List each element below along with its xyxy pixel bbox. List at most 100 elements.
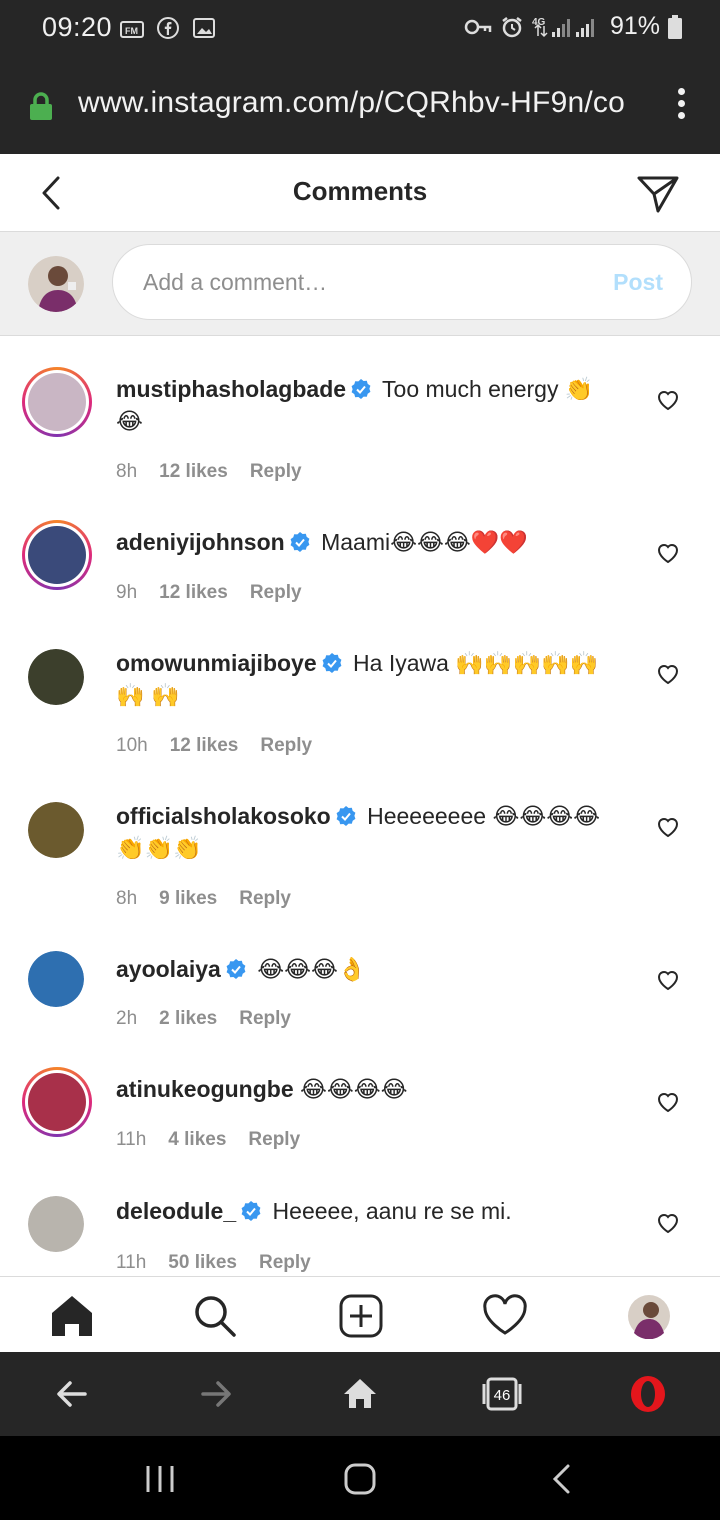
avatar[interactable] [28,1196,84,1252]
comment-username[interactable]: adeniyijohnson [116,529,285,555]
browser-toolbar: 46 [0,1352,720,1436]
verified-badge-icon [322,653,342,673]
verified-badge-icon [351,379,371,399]
status-time: 09:20 [42,12,113,42]
avatar[interactable] [28,649,84,705]
browser-forward-icon[interactable] [196,1374,236,1414]
comment-time: 11h [116,1252,147,1273]
comment-text: Maami😂😂😂❤️❤️ [321,529,528,555]
heart-icon[interactable] [656,1091,680,1113]
comment-time: 11h [116,1129,147,1150]
comment-placeholder: Add a comment… [143,269,328,295]
comment-meta: 8h 12 likes Reply [116,461,302,483]
comment-body: atinukeogungbe 😂😂😂😂 [116,1073,616,1105]
recents-icon[interactable] [143,1462,177,1496]
comment-time: 8h [116,461,138,482]
profile-photo [28,256,84,312]
comment-meta: 11h 4 likes Reply [116,1129,300,1151]
comment-likes[interactable]: 12 likes [159,461,228,483]
avatar[interactable] [28,951,84,1007]
home-button-icon[interactable] [343,1462,377,1496]
post-button[interactable]: Post [613,269,663,296]
comment-time: 9h [116,582,138,603]
comment-likes[interactable]: 2 likes [159,1008,217,1030]
comment-body: adeniyijohnson Maami😂😂😂❤️❤️ [116,526,616,558]
profile-avatar-icon[interactable] [626,1293,672,1339]
notification-icons: FM [120,16,216,40]
reply-button[interactable]: Reply [239,888,291,910]
comment-username[interactable]: officialsholakosoko [116,803,331,829]
activity-heart-icon[interactable] [482,1293,528,1339]
comment-likes[interactable]: 12 likes [159,582,228,604]
comment-meta: 2h 2 likes Reply [116,1008,291,1030]
comment-username[interactable]: deleodule_ [116,1198,236,1224]
profile-photo [28,802,84,858]
heart-icon[interactable] [656,969,680,991]
lock-icon [30,92,52,120]
verified-badge-icon [241,1201,261,1221]
comment-username[interactable]: atinukeogungbe [116,1076,294,1102]
reply-button[interactable]: Reply [259,1252,311,1274]
new-post-icon[interactable] [338,1293,384,1339]
comment-text: Heeeee, aanu re se mi. [272,1198,512,1224]
system-back-icon[interactable] [546,1462,580,1496]
comment-meta: 10h 12 likes Reply [116,735,312,757]
tabs-icon[interactable]: 46 [482,1374,522,1414]
profile-photo [28,951,84,1007]
heart-icon[interactable] [656,542,680,564]
search-icon[interactable] [192,1293,238,1339]
svg-text:FM: FM [125,26,138,36]
comment-likes[interactable]: 4 likes [168,1129,226,1151]
overflow-menu-icon[interactable] [676,88,686,122]
comment-input[interactable]: Add a comment… Post [112,244,692,320]
heart-icon[interactable] [656,816,680,838]
avatar[interactable] [22,520,92,590]
reply-button[interactable]: Reply [239,1008,291,1030]
comment-composer: Add a comment… Post [0,232,720,336]
heart-icon[interactable] [656,389,680,411]
avatar[interactable] [22,367,92,437]
reply-button[interactable]: Reply [250,582,302,604]
comment-likes[interactable]: 12 likes [170,735,239,757]
battery-icon [668,14,682,39]
heart-icon[interactable] [656,1212,680,1234]
fm-radio-icon: FM [120,21,144,38]
comment-body: omowunmiajiboye Ha Iyawa 🙌🙌🙌🙌🙌🙌 🙌 [116,647,616,711]
comment-username[interactable]: ayoolaiya [116,956,221,982]
browser-back-icon[interactable] [52,1374,92,1414]
facebook-icon [157,17,179,39]
profile-photo [28,1196,84,1252]
profile-photo [28,1073,86,1131]
avatar[interactable] [28,802,84,858]
send-icon[interactable] [636,172,680,214]
battery-percent: 91% [609,12,660,40]
heart-icon[interactable] [656,663,680,685]
status-bar: 09:20 FM 4G 91% [0,0,720,56]
comment-likes[interactable]: 50 likes [168,1252,237,1274]
comment-meta: 11h 50 likes Reply [116,1252,311,1274]
verified-badge-icon [290,532,310,552]
comments-list: mustiphasholagbade Too much energy 👏 😂 8… [0,337,720,1275]
page-title: Comments [292,176,428,206]
comment-time: 8h [116,888,138,909]
comment-meta: 8h 9 likes Reply [116,888,291,910]
browser-home-icon[interactable] [340,1374,380,1414]
comment-username[interactable]: mustiphasholagbade [116,376,346,402]
opera-icon[interactable] [628,1374,668,1414]
home-icon[interactable] [49,1293,95,1339]
browser-address-bar[interactable]: www.instagram.com/p/CQRhbv-HF9n/co [0,56,720,154]
avatar [28,256,84,312]
status-right: 4G 91% [464,12,682,41]
profile-photo [28,649,84,705]
comment-body: deleodule_ Heeeee, aanu re se mi. [116,1195,616,1227]
tabs-count: 46 [494,1387,511,1404]
reply-button[interactable]: Reply [248,1129,300,1151]
comment-username[interactable]: omowunmiajiboye [116,650,317,676]
reply-button[interactable]: Reply [260,735,312,757]
avatar[interactable] [22,1067,92,1137]
alarm-icon [502,16,522,37]
reply-button[interactable]: Reply [250,461,302,483]
comment-likes[interactable]: 9 likes [159,888,217,910]
url-text[interactable]: www.instagram.com/p/CQRhbv-HF9n/co [78,86,648,120]
comment-body: officialsholakosoko Heeeeeeee 😂😂😂😂 👏👏👏 [116,800,616,864]
